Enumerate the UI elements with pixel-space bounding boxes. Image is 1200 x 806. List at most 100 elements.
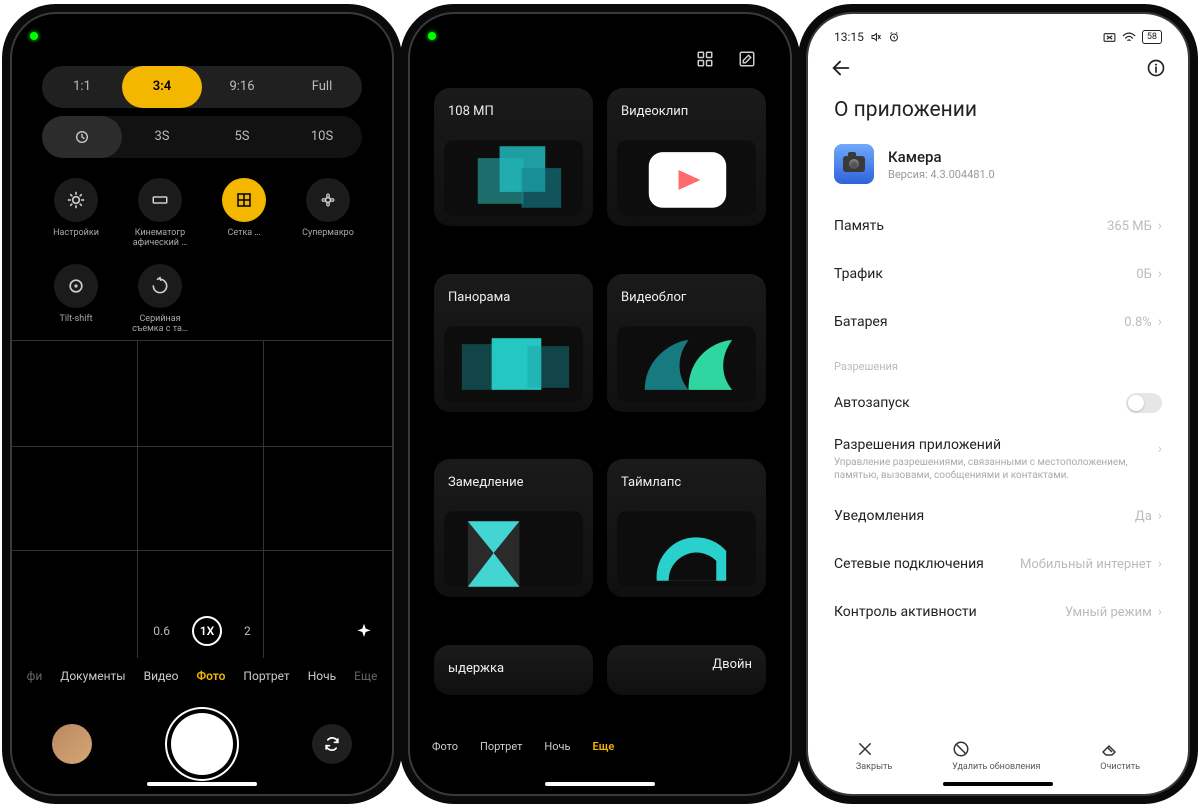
options-grid: Настройки Кинематогр афический … Сетка …… — [12, 162, 392, 334]
option-cinematic[interactable]: Кинематогр афический … — [122, 170, 198, 248]
mode-card-dual[interactable]: Двойн — [607, 645, 766, 695]
mode-card-slowmo[interactable]: Замедление — [434, 459, 593, 597]
action-close[interactable]: Закрыть — [856, 740, 892, 772]
mode-card-exposure[interactable]: ыдержка — [434, 645, 593, 695]
app-header: Камера Версия: 4.3.004481.0 — [808, 140, 1188, 202]
row-activity[interactable]: Контроль активности Умный режим› — [834, 588, 1162, 636]
page-title: О приложении — [808, 92, 1188, 140]
alarm-icon — [888, 31, 900, 43]
ratio-1-1[interactable]: 1:1 — [42, 66, 122, 108]
ratio-3-4[interactable]: 3:4 — [122, 66, 202, 108]
info-button[interactable] — [1146, 58, 1166, 78]
mode2-more[interactable]: Еще — [592, 740, 614, 753]
thumb-panorama — [444, 326, 583, 402]
mode-card-timelapse[interactable]: Таймлапс — [607, 459, 766, 597]
back-button[interactable] — [830, 57, 852, 79]
front-camera-dot — [30, 32, 38, 40]
home-indicator[interactable] — [545, 782, 655, 786]
switch-camera-button[interactable] — [312, 724, 352, 764]
mode-documents[interactable]: Документы — [60, 669, 125, 683]
timer-10s[interactable]: 10S — [282, 116, 362, 158]
ratio-9-16[interactable]: 9:16 — [202, 66, 282, 108]
status-bar: 13:15 58 — [808, 14, 1188, 44]
section-permissions: Разрешения — [834, 360, 1162, 373]
thumb-slowmo — [444, 511, 583, 587]
target-icon — [66, 276, 86, 296]
app-name: Камера — [888, 148, 995, 166]
app-icon — [834, 144, 874, 184]
mode-card-videoclip[interactable]: Видеоклип — [607, 88, 766, 226]
mode-strip-2[interactable]: Фото Портрет Ночь Еще — [410, 728, 790, 764]
home-indicator[interactable] — [147, 782, 257, 786]
front-camera-dot — [428, 32, 436, 40]
action-clear[interactable]: Очистить — [1100, 740, 1140, 772]
ratio-full[interactable]: Full — [282, 66, 362, 108]
row-notifications[interactable]: Уведомления Да› — [834, 492, 1162, 540]
mode-more[interactable]: Еще — [354, 669, 377, 683]
burst-icon — [150, 276, 170, 296]
mode-card-grid: 108 МП Видеоклип Панорама Видеоблог Заме… — [410, 74, 790, 728]
no-sim-icon — [1103, 32, 1116, 43]
grid-view-icon[interactable] — [696, 50, 714, 68]
option-supermacro[interactable]: Супермакро — [290, 170, 366, 248]
timer-icon — [74, 129, 90, 145]
filters-icon[interactable] — [354, 622, 374, 642]
timer-off[interactable] — [42, 116, 122, 158]
widescreen-icon — [151, 191, 169, 209]
mode-video[interactable]: Видео — [144, 669, 179, 683]
phone-camera-modes: 108 МП Видеоклип Панорама Видеоблог Заме… — [410, 14, 790, 794]
thumb-timelapse — [617, 511, 756, 587]
edit-icon[interactable] — [738, 50, 756, 68]
mode2-night[interactable]: Ночь — [544, 740, 570, 753]
wifi-icon — [1122, 32, 1136, 43]
autostart-toggle[interactable] — [1126, 393, 1162, 413]
sun-icon — [66, 190, 86, 210]
mute-icon — [870, 31, 882, 43]
thumb-108mp — [444, 140, 583, 216]
timer-3s[interactable]: 3S — [122, 116, 202, 158]
mode2-photo[interactable]: Фото — [432, 740, 458, 753]
shutter-row — [12, 694, 392, 794]
thumb-videoclip — [617, 140, 756, 216]
flower-icon — [318, 190, 338, 210]
gallery-thumbnail[interactable] — [52, 724, 92, 764]
mode2-portrait[interactable]: Портрет — [480, 740, 522, 753]
timer-row: 3S 5S 10S — [42, 116, 362, 158]
option-burst[interactable]: Серийная съемка с та… — [122, 256, 198, 334]
viewfinder[interactable]: 0.6 1X 2 — [12, 340, 392, 658]
app-version: Версия: 4.3.004481.0 — [888, 168, 995, 181]
option-tiltshift[interactable]: Tilt-shift — [38, 256, 114, 334]
option-grid[interactable]: Сетка … — [206, 170, 282, 248]
zoom-1x[interactable]: 1X — [192, 616, 222, 646]
phone-camera-settings: 1:1 3:4 9:16 Full 3S 5S 10S Настройки Ки… — [12, 14, 392, 794]
row-battery[interactable]: Батарея 0.8%› — [834, 298, 1162, 346]
nav-row — [808, 44, 1188, 92]
mode-strip[interactable]: фи Документы Видео Фото Портрет Ночь Еще — [12, 658, 392, 694]
zoom-0.6[interactable]: 0.6 — [153, 624, 170, 638]
mode-card-108mp[interactable]: 108 МП — [434, 88, 593, 226]
grid-icon — [235, 191, 253, 209]
zoom-2[interactable]: 2 — [244, 624, 251, 638]
action-uninstall-updates[interactable]: Удалить обновления — [952, 740, 1040, 772]
home-indicator[interactable] — [943, 782, 1053, 786]
row-autostart[interactable]: Автозапуск — [834, 379, 1162, 427]
mode-card-videoblog[interactable]: Видеоблог — [607, 274, 766, 412]
phone-app-info: 13:15 58 О приложении Камера Версия: 4.3… — [808, 14, 1188, 794]
row-memory[interactable]: Память 365 МБ› — [834, 202, 1162, 250]
mode-night[interactable]: Ночь — [308, 669, 336, 683]
option-settings[interactable]: Настройки — [38, 170, 114, 248]
timer-5s[interactable]: 5S — [202, 116, 282, 158]
bottom-action-bar: Закрыть Удалить обновления Очистить — [808, 740, 1188, 772]
mode-edge-left[interactable]: фи — [27, 669, 43, 683]
status-time: 13:15 — [834, 30, 864, 44]
row-network[interactable]: Сетевые подключения Мобильный интернет› — [834, 540, 1162, 588]
battery-indicator: 58 — [1142, 30, 1162, 44]
row-app-permissions[interactable]: Разрешения приложений Управление разреше… — [834, 427, 1162, 492]
mode-portrait[interactable]: Портрет — [243, 669, 289, 683]
mode-card-panorama[interactable]: Панорама — [434, 274, 593, 412]
thumb-videoblog — [617, 326, 756, 402]
zoom-row: 0.6 1X 2 — [12, 616, 392, 646]
shutter-button[interactable] — [171, 713, 233, 775]
mode-photo[interactable]: Фото — [196, 669, 225, 683]
row-traffic[interactable]: Трафик 0Б› — [834, 250, 1162, 298]
